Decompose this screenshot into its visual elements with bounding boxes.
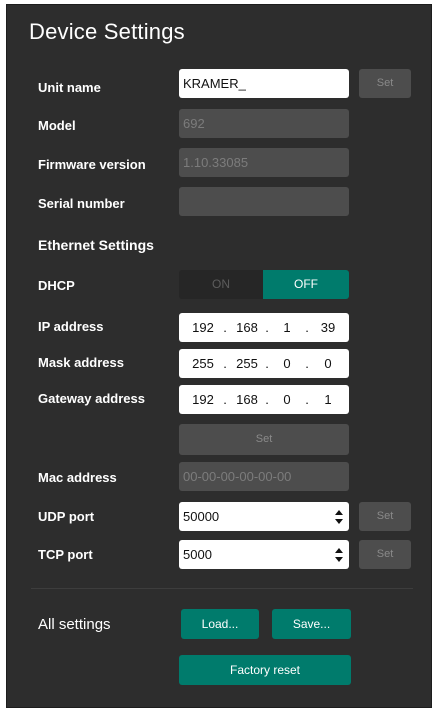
mask-octet-4[interactable]: 0: [311, 349, 345, 378]
gateway-address-label: Gateway address: [38, 391, 145, 406]
dhcp-label: DHCP: [38, 278, 75, 293]
firmware-version-field: 1.10.33085: [179, 148, 349, 177]
gateway-octet-4[interactable]: 1: [311, 385, 345, 414]
all-settings-label: All settings: [38, 616, 111, 633]
factory-reset-button[interactable]: Factory reset: [179, 655, 351, 685]
load-button[interactable]: Load...: [181, 609, 259, 639]
ip-dot: .: [265, 320, 269, 335]
save-button[interactable]: Save...: [272, 609, 351, 639]
page-title: Device Settings: [29, 19, 185, 44]
model-label: Model: [38, 118, 76, 133]
gateway-dot: .: [265, 392, 269, 407]
gateway-octet-3[interactable]: 0: [271, 385, 303, 414]
mask-octet-2[interactable]: 255: [229, 349, 265, 378]
ip-address-input[interactable]: 192 . 168 . 1 . 39: [179, 313, 349, 342]
firmware-version-label: Firmware version: [38, 157, 146, 172]
mac-address-label: Mac address: [38, 470, 117, 485]
unit-name-input[interactable]: KRAMER_: [179, 69, 349, 98]
ip-octet-4[interactable]: 39: [311, 313, 345, 342]
serial-number-label: Serial number: [38, 196, 125, 211]
tcp-port-set-button[interactable]: Set: [359, 540, 411, 569]
mask-address-input[interactable]: 255 . 255 . 0 . 0: [179, 349, 349, 378]
spinner-arrows-icon[interactable]: [335, 510, 343, 524]
ip-address-label: IP address: [38, 319, 104, 334]
mask-octet-1[interactable]: 255: [183, 349, 223, 378]
ip-dot: .: [305, 320, 309, 335]
tcp-port-value: 5000: [183, 547, 212, 562]
ip-dot: .: [223, 320, 227, 335]
mask-address-label: Mask address: [38, 355, 124, 370]
ip-octet-2[interactable]: 168: [229, 313, 265, 342]
section-divider: [31, 588, 413, 589]
udp-port-stepper[interactable]: 50000: [179, 502, 349, 531]
model-field: 692: [179, 109, 349, 138]
ethernet-set-button[interactable]: Set: [179, 424, 349, 455]
tcp-port-label: TCP port: [38, 547, 93, 562]
ip-octet-1[interactable]: 192: [183, 313, 223, 342]
mask-dot: .: [223, 356, 227, 371]
ethernet-settings-title: Ethernet Settings: [38, 237, 154, 253]
tcp-port-stepper[interactable]: 5000: [179, 540, 349, 569]
spinner-arrows-icon[interactable]: [335, 548, 343, 562]
gateway-dot: .: [305, 392, 309, 407]
udp-port-label: UDP port: [38, 509, 95, 524]
mask-dot: .: [305, 356, 309, 371]
udp-port-value: 50000: [183, 509, 220, 524]
gateway-octet-2[interactable]: 168: [229, 385, 265, 414]
dhcp-on-option[interactable]: ON: [179, 270, 263, 299]
gateway-octet-1[interactable]: 192: [183, 385, 223, 414]
mask-dot: .: [265, 356, 269, 371]
dhcp-toggle[interactable]: ON OFF: [179, 270, 349, 299]
dhcp-off-option[interactable]: OFF: [263, 270, 349, 299]
serial-number-field: [179, 187, 349, 216]
gateway-address-input[interactable]: 192 . 168 . 0 . 1: [179, 385, 349, 414]
udp-port-set-button[interactable]: Set: [359, 502, 411, 531]
ip-octet-3[interactable]: 1: [271, 313, 303, 342]
device-settings-panel: Device Settings Unit name KRAMER_ Set Mo…: [6, 4, 432, 708]
mac-address-field: 00-00-00-00-00-00: [179, 462, 349, 491]
gateway-dot: .: [223, 392, 227, 407]
unit-name-label: Unit name: [38, 80, 101, 95]
mask-octet-3[interactable]: 0: [271, 349, 303, 378]
unit-name-set-button[interactable]: Set: [359, 69, 411, 98]
